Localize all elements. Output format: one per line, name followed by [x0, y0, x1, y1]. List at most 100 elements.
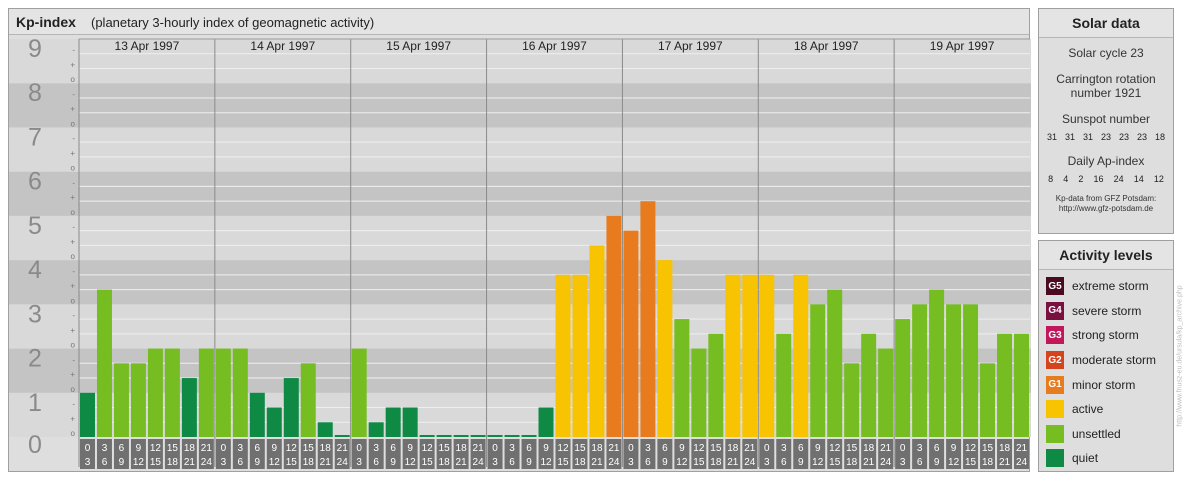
carrington-rotation-line2: number 1921 [1070, 86, 1142, 100]
hour-label-start: 3 [645, 443, 651, 454]
kp-bar [912, 304, 928, 437]
kp-bar [351, 348, 367, 437]
hour-label-end: 9 [798, 457, 804, 468]
sunspot-value-0: 31 [1046, 132, 1057, 142]
kp-bar [980, 363, 996, 437]
sunspot-values: 31 31 31 23 23 23 18 [1039, 132, 1173, 142]
day-label-5: 18 Apr 1997 [794, 39, 859, 53]
hour-label-start: 3 [373, 443, 379, 454]
hour-label-start: 0 [764, 443, 770, 454]
hour-label-start: 18 [320, 443, 332, 454]
kp-band-7 [9, 83, 1031, 128]
minor-tick-mark: + [70, 105, 75, 114]
hour-label-start: 6 [255, 443, 261, 454]
ap-value-4: 24 [1113, 174, 1124, 184]
hour-label-start: 3 [102, 443, 108, 454]
kp-bar [555, 274, 571, 437]
kp-bar [640, 201, 656, 437]
hour-label-end: 3 [764, 457, 770, 468]
kp-bar [810, 304, 826, 437]
hour-label-start: 6 [119, 443, 125, 454]
kp-bar [997, 333, 1013, 437]
minor-tick-mark: o [71, 341, 76, 350]
kp-bar [725, 274, 741, 437]
hour-label-end: 6 [781, 457, 787, 468]
hour-label-start: 12 [422, 443, 434, 454]
kp-bar [80, 392, 95, 437]
minor-tick-mark: + [70, 414, 75, 423]
hour-label-end: 6 [645, 457, 651, 468]
hour-label-end: 6 [917, 457, 923, 468]
day-label-6: 19 Apr 1997 [930, 39, 995, 53]
legend-item-minor-storm: G1 minor storm [1039, 372, 1173, 397]
kp-bar [946, 304, 962, 437]
minor-tick-mark: + [70, 370, 75, 379]
kp-bar [623, 230, 639, 437]
hour-label-start: 12 [150, 443, 162, 454]
kp-bar [147, 348, 163, 437]
data-credit: Kp-data from GFZ Potsdam: http://www.gfz… [1039, 194, 1173, 214]
minor-tick-mark: - [72, 355, 75, 364]
hour-label-end: 15 [693, 457, 705, 468]
sunspot-value-1: 31 [1064, 132, 1075, 142]
legend-item-extreme-storm: G5 extreme storm [1039, 274, 1173, 299]
hour-label-end: 15 [965, 457, 977, 468]
legend-label: active [1072, 402, 1104, 417]
kp-bar [538, 407, 554, 437]
credit-link[interactable]: http://www.gfz-potsdam.de [1039, 204, 1173, 214]
kp-bar [164, 348, 180, 437]
hour-label-end: 21 [184, 457, 196, 468]
kp-bar [759, 274, 775, 437]
hour-label-start: 9 [543, 443, 549, 454]
hour-label-start: 18 [727, 443, 739, 454]
hour-label-start: 15 [167, 443, 179, 454]
hour-label-end: 12 [948, 457, 960, 468]
day-label-1: 14 Apr 1997 [250, 39, 315, 53]
hour-label-end: 12 [405, 457, 417, 468]
kp-bar [674, 319, 690, 437]
hour-label-start: 21 [880, 443, 892, 454]
ap-value-0: 8 [1048, 174, 1054, 184]
hour-label-end: 6 [238, 457, 244, 468]
hour-label-start: 12 [693, 443, 705, 454]
kp-band-3 [9, 260, 1031, 305]
y-tick-label-6: 6 [28, 168, 42, 196]
minor-tick-mark: + [70, 237, 75, 246]
hour-label-start: 9 [815, 443, 821, 454]
minor-tick-mark: + [70, 193, 75, 202]
hour-label-start: 6 [934, 443, 940, 454]
legend-item-strong-storm: G3 strong storm [1039, 323, 1173, 348]
minor-tick-mark: o [71, 385, 76, 394]
sunspot-value-2: 31 [1082, 132, 1093, 142]
kp-bar [776, 333, 792, 437]
hour-label-end: 3 [356, 457, 362, 468]
hour-label-start: 18 [456, 443, 468, 454]
hour-label-start: 18 [184, 443, 196, 454]
ap-value-3: 16 [1093, 174, 1104, 184]
hour-label-start: 0 [85, 443, 91, 454]
day-label-0: 13 Apr 1997 [115, 39, 180, 53]
minor-tick-mark: - [72, 267, 75, 276]
minor-tick-mark: + [70, 60, 75, 69]
watermark-text: http://www.fnusz-eu.de/ursula/kp_archive… [1176, 285, 1184, 427]
y-tick-label-0: 0 [28, 431, 42, 459]
y-tick-label-3: 3 [28, 300, 42, 328]
kp-bar [385, 407, 401, 437]
y-tick-label-4: 4 [28, 256, 42, 284]
activity-levels-panel: Activity levels G5 extreme storm G4 severe … [1038, 240, 1174, 472]
hour-label-end: 24 [880, 457, 892, 468]
legend-label: extreme storm [1072, 279, 1149, 294]
hour-label-end: 9 [255, 457, 261, 468]
legend-swatch: G1 [1046, 375, 1064, 394]
minor-tick-mark: o [71, 296, 76, 305]
hour-label-start: 21 [1016, 443, 1028, 454]
hour-label-start: 9 [272, 443, 278, 454]
solar-data-panel: Solar data Solar cycle 23 Carrington rot… [1038, 8, 1174, 234]
hour-label-start: 18 [591, 443, 603, 454]
hour-label-start: 6 [526, 443, 532, 454]
hour-label-end: 18 [710, 457, 722, 468]
kp-chart: 0123456789o+-o+-o+-o+-o+-o+-o+-o+-o+- 13 … [9, 35, 1031, 469]
kp-bar [266, 407, 282, 437]
chart-title: Kp-index [16, 14, 76, 30]
credit-line-1: Kp-data from GFZ Potsdam: [1055, 194, 1157, 203]
